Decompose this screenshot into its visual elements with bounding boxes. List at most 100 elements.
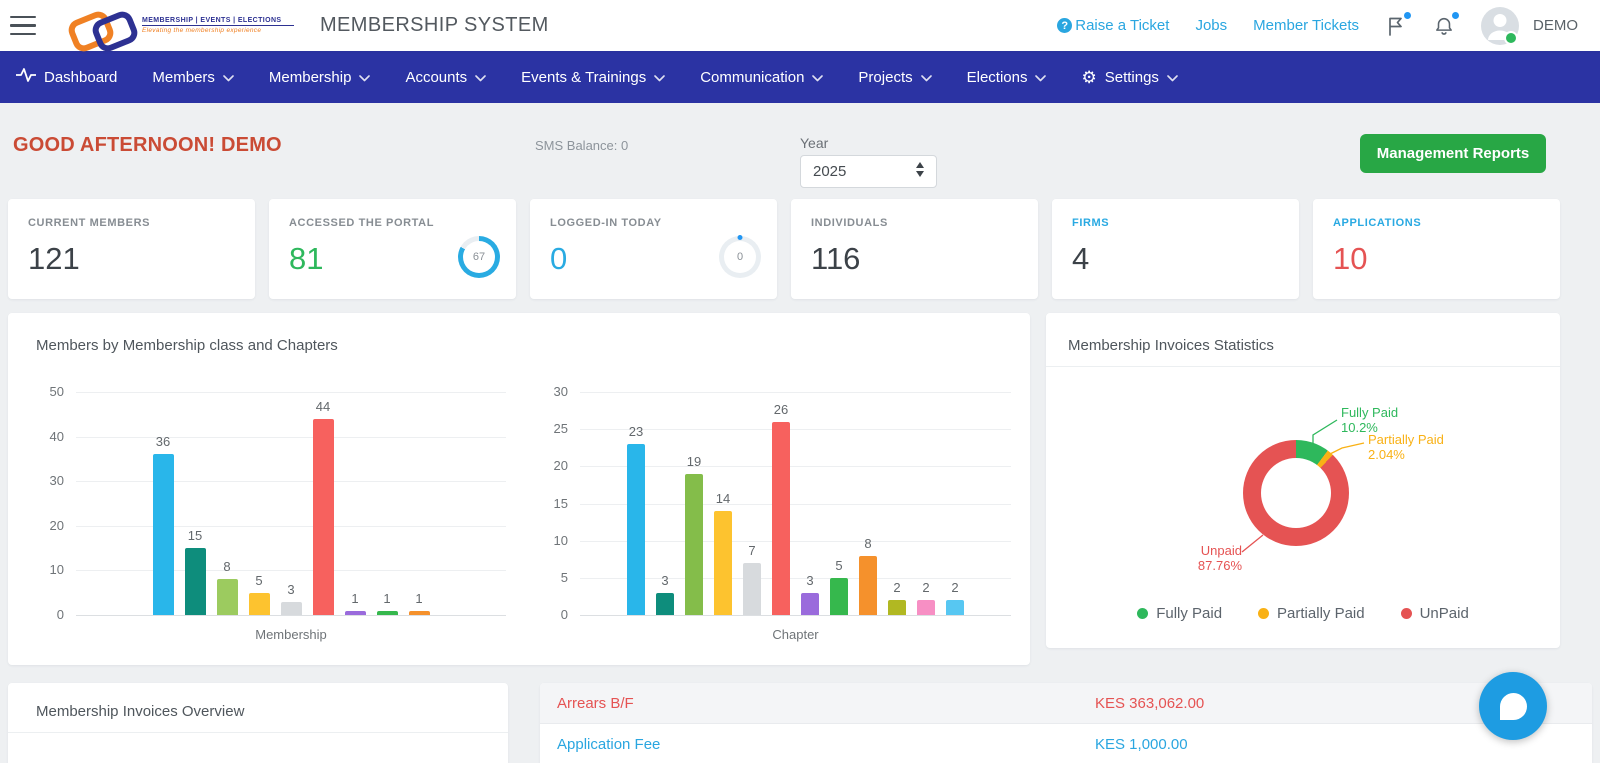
nav-item-label: Membership bbox=[269, 69, 352, 86]
bar-value-label: 7 bbox=[748, 543, 755, 558]
bar: 36 bbox=[153, 454, 174, 615]
user-name[interactable]: DEMO bbox=[1533, 17, 1578, 34]
bar-value-label: 3 bbox=[661, 573, 668, 588]
bell-icon[interactable] bbox=[1433, 15, 1455, 37]
nav-item-settings[interactable]: ⚙Settings bbox=[1081, 69, 1177, 86]
year-select[interactable]: 2025 bbox=[800, 155, 937, 188]
invoice-row-application-fee[interactable]: Application FeeKES 1,000.00 bbox=[540, 724, 1592, 763]
legend-dot bbox=[1401, 608, 1412, 619]
bar-value-label: 3 bbox=[806, 573, 813, 588]
legend-label: Partially Paid bbox=[1277, 605, 1365, 622]
stat-label: FIRMS bbox=[1072, 217, 1279, 229]
nav-item-events-trainings[interactable]: Events & Trainings bbox=[521, 69, 665, 86]
bar-value-label: 1 bbox=[415, 591, 422, 606]
nav-item-accounts[interactable]: Accounts bbox=[405, 69, 486, 86]
legend-dot bbox=[1137, 608, 1148, 619]
legend-dot bbox=[1258, 608, 1269, 619]
year-label: Year bbox=[800, 135, 828, 151]
invoice-row-value: KES 363,062.00 bbox=[1095, 695, 1204, 712]
membership-bar-chart: 01020304050361585344111Membership bbox=[18, 392, 512, 652]
legend-item-fully-paid[interactable]: Fully Paid bbox=[1137, 605, 1222, 622]
chevron-down-icon bbox=[475, 75, 486, 82]
nav-item-label: Members bbox=[152, 69, 215, 86]
legend-label: UnPaid bbox=[1420, 605, 1469, 622]
infinity-logo-icon bbox=[70, 9, 132, 43]
stat-card-applications: APPLICATIONS10 bbox=[1313, 199, 1560, 299]
bar: 7 bbox=[743, 563, 761, 615]
stat-card-individuals: INDIVIDUALS116 bbox=[791, 199, 1038, 299]
select-stepper-icon bbox=[916, 162, 924, 177]
ring-zero-dot bbox=[738, 235, 743, 240]
bar: 1 bbox=[409, 611, 430, 615]
bar-fill bbox=[772, 422, 790, 615]
bar-value-label: 2 bbox=[951, 580, 958, 595]
flag-badge bbox=[1404, 12, 1411, 19]
invoices-statistics-card: Membership Invoices Statistics Fully Pai… bbox=[1046, 313, 1560, 648]
stat-progress-ring: 0 bbox=[719, 236, 761, 278]
invoices-overview-title: Membership Invoices Overview bbox=[36, 703, 244, 720]
user-avatar[interactable] bbox=[1481, 7, 1519, 45]
invoices-statistics-title: Membership Invoices Statistics bbox=[1068, 337, 1274, 354]
nav-item-communication[interactable]: Communication bbox=[700, 69, 823, 86]
nav-item-label: Accounts bbox=[405, 69, 467, 86]
legend-item-unpaid[interactable]: UnPaid bbox=[1401, 605, 1469, 622]
x-axis-title: Membership bbox=[76, 627, 506, 642]
stat-value: 121 bbox=[28, 241, 235, 277]
stat-label: ACCESSED THE PORTAL bbox=[289, 217, 496, 229]
bar-value-label: 1 bbox=[383, 591, 390, 606]
hamburger-menu-icon[interactable] bbox=[10, 14, 36, 38]
invoice-row-arrears-b-f[interactable]: Arrears B/F KES 363,062.00 bbox=[540, 683, 1592, 724]
bar: 1 bbox=[377, 611, 398, 615]
raise-ticket-link[interactable]: ?Raise a Ticket bbox=[1057, 17, 1169, 34]
stat-progress-ring: 67 bbox=[458, 236, 500, 278]
bar-value-label: 2 bbox=[893, 580, 900, 595]
bar: 14 bbox=[714, 511, 732, 615]
bar: 8 bbox=[217, 579, 238, 615]
bar-value-label: 2 bbox=[922, 580, 929, 595]
y-axis-tick-label: 25 bbox=[522, 421, 568, 436]
invoice-row-label: Arrears B/F bbox=[540, 695, 634, 712]
callout-label: Unpaid bbox=[1146, 544, 1242, 559]
member-tickets-link[interactable]: Member Tickets bbox=[1253, 17, 1359, 34]
gear-icon: ⚙ bbox=[1081, 69, 1096, 86]
nav-item-elections[interactable]: Elections bbox=[967, 69, 1047, 86]
gridline bbox=[580, 615, 1011, 616]
nav-item-membership[interactable]: Membership bbox=[269, 69, 371, 86]
bar-value-label: 15 bbox=[188, 528, 202, 543]
gridline bbox=[76, 615, 506, 616]
members-charts-card: Members by Membership class and Chapters… bbox=[8, 313, 1030, 665]
question-icon: ? bbox=[1057, 18, 1072, 33]
app-logo: MEMBERSHIP | EVENTS | ELECTIONS Elevatin… bbox=[70, 9, 294, 43]
bar-value-label: 23 bbox=[629, 424, 643, 439]
flag-icon[interactable] bbox=[1385, 15, 1407, 37]
dashboard-page: MEMBERSHIP | EVENTS | ELECTIONS Elevatin… bbox=[0, 0, 1600, 763]
bar: 1 bbox=[345, 611, 366, 615]
nav-item-projects[interactable]: Projects bbox=[858, 69, 931, 86]
y-axis-tick-label: 50 bbox=[18, 384, 64, 399]
bar-fill bbox=[281, 602, 302, 615]
bar: 19 bbox=[685, 474, 703, 615]
jobs-link[interactable]: Jobs bbox=[1195, 17, 1227, 34]
nav-item-label: Projects bbox=[858, 69, 912, 86]
bar-value-label: 44 bbox=[316, 399, 330, 414]
management-reports-button[interactable]: Management Reports bbox=[1360, 134, 1546, 173]
y-axis-tick-label: 0 bbox=[522, 607, 568, 622]
bar-value-label: 26 bbox=[774, 402, 788, 417]
legend-item-partially-paid[interactable]: Partially Paid bbox=[1258, 605, 1365, 622]
callout-partially-paid: Partially Paid2.04% bbox=[1368, 433, 1444, 463]
bar-value-label: 14 bbox=[716, 491, 730, 506]
nav-item-members[interactable]: Members bbox=[152, 69, 234, 86]
chat-launcher-button[interactable] bbox=[1479, 672, 1547, 740]
chevron-down-icon bbox=[654, 75, 665, 82]
bar-fill bbox=[313, 419, 334, 615]
chevron-down-icon bbox=[223, 75, 234, 82]
members-charts-title: Members by Membership class and Chapters bbox=[36, 337, 338, 354]
top-header: MEMBERSHIP | EVENTS | ELECTIONS Elevatin… bbox=[0, 0, 1600, 51]
y-axis-tick-label: 10 bbox=[18, 562, 64, 577]
y-axis-tick-label: 5 bbox=[522, 570, 568, 585]
nav-item-label: Communication bbox=[700, 69, 804, 86]
y-axis-tick-label: 30 bbox=[18, 473, 64, 488]
bar: 23 bbox=[627, 444, 645, 615]
nav-item-dashboard[interactable]: Dashboard bbox=[16, 67, 117, 87]
bar-fill bbox=[249, 593, 270, 615]
